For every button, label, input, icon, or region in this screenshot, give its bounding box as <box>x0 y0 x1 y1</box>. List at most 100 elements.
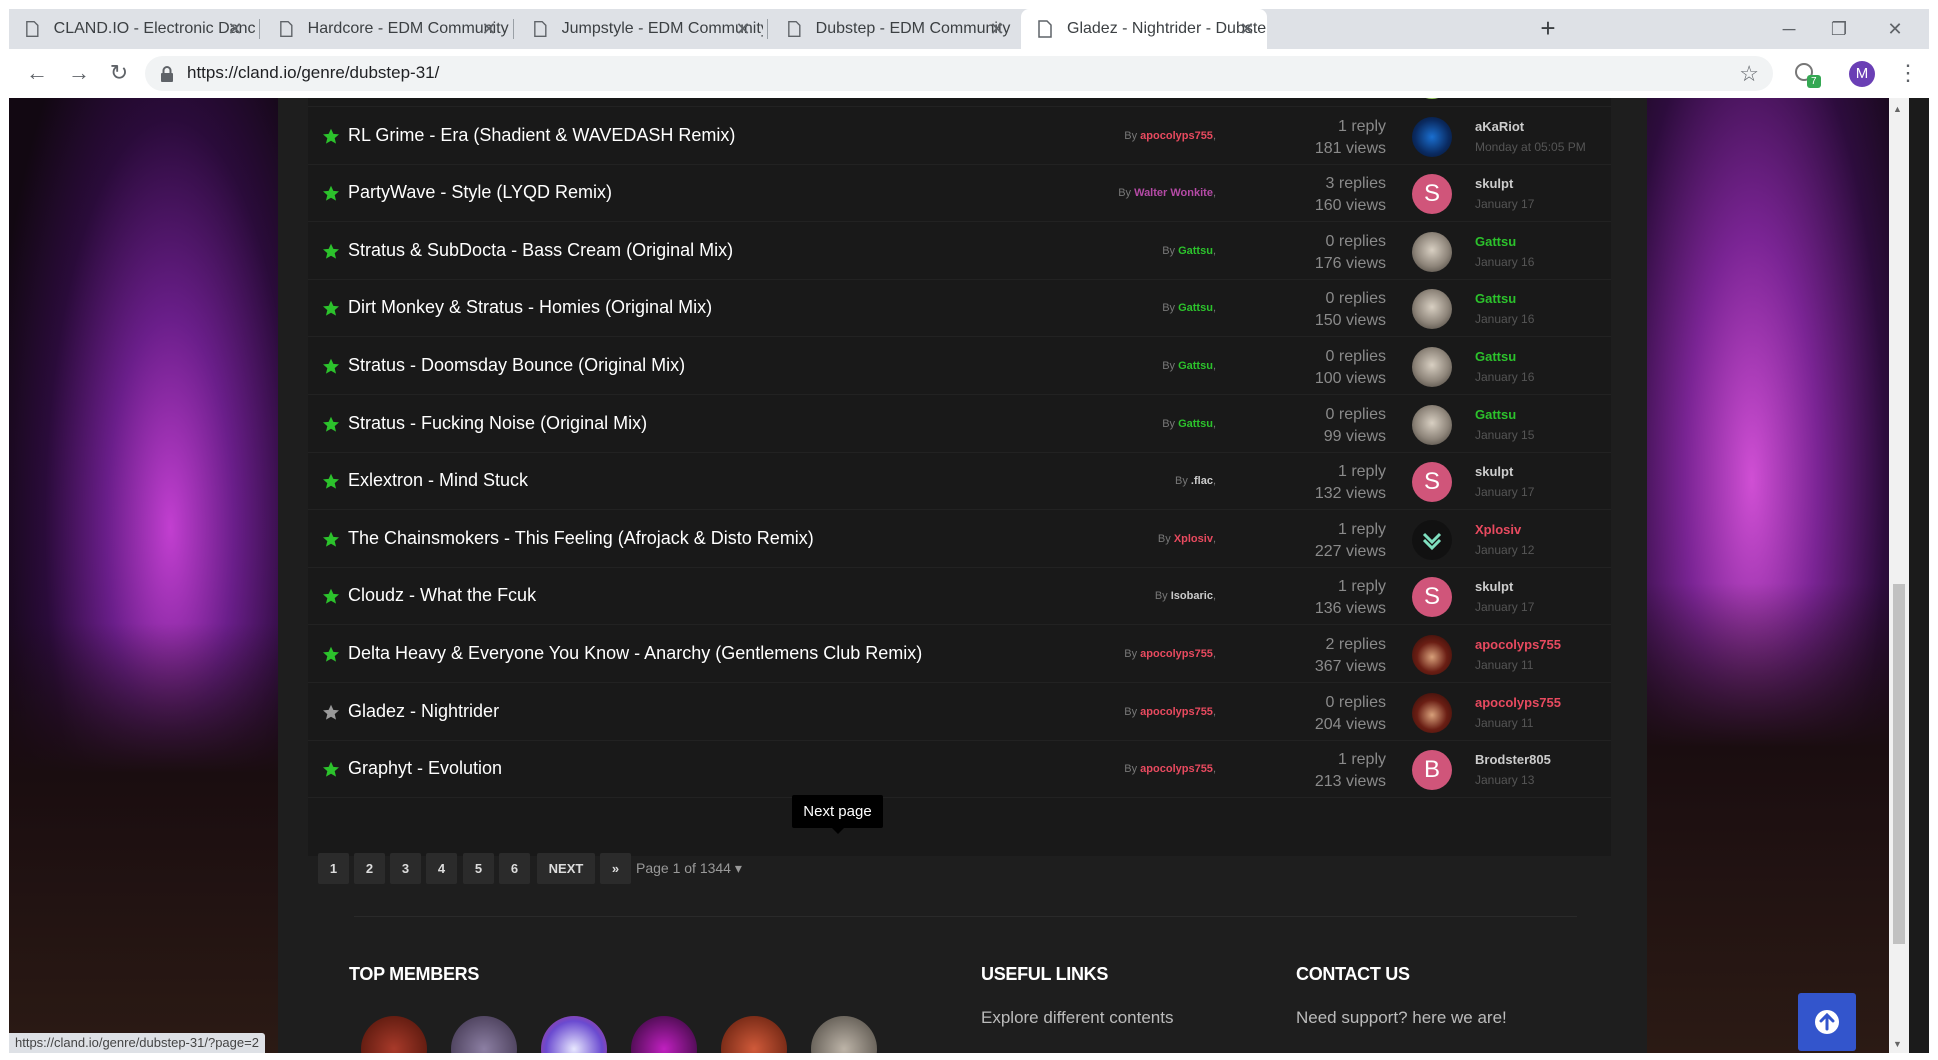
member-avatar[interactable] <box>541 1016 607 1053</box>
author-name[interactable]: Gattsu <box>1178 245 1213 257</box>
topic-row[interactable]: The Chainsmokers - This Feeling (Afrojac… <box>308 510 1611 568</box>
author-name[interactable]: .flac <box>1191 475 1213 487</box>
topic-row[interactable]: Delta Heavy & Everyone You Know - Anarch… <box>308 626 1611 683</box>
last-poster-name[interactable]: Gattsu <box>1475 407 1516 422</box>
page-link-4[interactable]: 4 <box>426 853 457 884</box>
next-page-button[interactable]: NEXT <box>537 853 595 884</box>
last-poster-avatar[interactable] <box>1412 347 1452 387</box>
member-avatar[interactable] <box>811 1016 877 1053</box>
topic-title[interactable]: Stratus & SubDocta - Bass Cream (Origina… <box>348 240 733 261</box>
tab-hardcore[interactable]: Hardcore - EDM Community ✕ <box>263 9 509 49</box>
tab-dubstep[interactable]: Dubstep - EDM Community ✕ <box>771 9 1017 49</box>
topic-title[interactable]: Graphyt - Evolution <box>348 758 502 779</box>
last-poster-avatar[interactable]: S <box>1412 462 1452 503</box>
last-poster-name[interactable]: aKaRiot <box>1475 119 1524 134</box>
last-poster-name[interactable]: skulpt <box>1475 464 1513 479</box>
topic-row[interactable]: Trampa - Ceremony (Teat Alex ActBy ,151 … <box>308 98 1611 107</box>
page-info-dropdown[interactable]: Page 1 of 1344 ▾ <box>636 860 742 877</box>
topic-title[interactable]: Exlextron - Mind Stuck <box>348 470 528 491</box>
member-avatar[interactable] <box>631 1016 697 1053</box>
close-icon[interactable]: ✕ <box>733 19 753 39</box>
last-page-button[interactable]: » <box>600 853 631 884</box>
last-poster-name[interactable]: Brodster805 <box>1475 752 1551 767</box>
topic-title[interactable]: Delta Heavy & Everyone You Know - Anarch… <box>348 643 922 664</box>
close-icon[interactable]: ✕ <box>225 19 245 39</box>
member-avatar[interactable] <box>451 1016 517 1053</box>
author-name[interactable]: Gattsu <box>1178 302 1213 314</box>
last-poster-name[interactable]: Gattsu <box>1475 349 1516 364</box>
topic-row[interactable]: Stratus - Fucking Noise (Original Mix) By… <box>308 395 1611 453</box>
tab-gladez-nightrider[interactable]: Gladez - Nightrider - Dubstep - E ✕ <box>1021 9 1267 49</box>
page-scrollbar[interactable]: ▲ ▼ <box>1889 98 1909 1053</box>
topic-title[interactable]: RL Grime - Era (Shadient & WAVEDASH Remi… <box>348 125 735 146</box>
topic-row[interactable]: RL Grime - Era (Shadient & WAVEDASH Remi… <box>308 107 1611 165</box>
profile-avatar[interactable]: M <box>1849 61 1875 87</box>
close-icon[interactable]: ✕ <box>479 19 499 39</box>
author-name[interactable]: Gattsu <box>1178 418 1213 430</box>
page-link-2[interactable]: 2 <box>354 853 385 884</box>
address-bar[interactable]: https://cland.io/genre/dubstep-31/ ☆ <box>145 56 1773 91</box>
restore-icon[interactable]: ❐ <box>1819 15 1859 43</box>
author-name[interactable]: apocolyps755 <box>1140 763 1213 775</box>
last-poster-name[interactable]: apocolyps755 <box>1475 637 1561 652</box>
author-name[interactable]: apocolyps755 <box>1140 648 1213 660</box>
scroll-down-arrow-icon[interactable]: ▼ <box>1893 1039 1902 1049</box>
page-link-5[interactable]: 5 <box>463 853 494 884</box>
last-poster-avatar[interactable] <box>1412 116 1452 157</box>
topic-row[interactable]: PartyWave - Style (LYQD Remix) By Walter … <box>308 165 1611 223</box>
topic-row[interactable]: Exlextron - Mind Stuck By .flac, 1 reply 13… <box>308 453 1611 511</box>
topic-row[interactable]: Gladez - Nightrider By apocolyps755, 0 rep… <box>308 683 1611 741</box>
topic-title[interactable]: Cloudz - What the Fcuk <box>348 585 536 606</box>
topic-row[interactable]: Cloudz - What the Fcuk By Isobaric, 1 repl… <box>308 568 1611 626</box>
scrollbar-thumb[interactable] <box>1893 584 1905 944</box>
topic-title[interactable]: Dirt Monkey & Stratus - Homies (Original… <box>348 297 712 318</box>
topic-title[interactable]: Stratus - Fucking Noise (Original Mix) <box>348 413 647 434</box>
topic-title[interactable]: The Chainsmokers - This Feeling (Afrojac… <box>348 528 814 549</box>
last-poster-avatar[interactable] <box>1412 231 1452 272</box>
last-poster-name[interactable]: Gattsu <box>1475 291 1516 306</box>
last-poster-avatar[interactable] <box>1412 289 1452 330</box>
last-poster-avatar[interactable]: S <box>1412 174 1452 215</box>
last-poster-name[interactable]: skulpt <box>1475 176 1513 191</box>
menu-dots-icon[interactable]: ⋮ <box>1897 59 1919 87</box>
page-link-3[interactable]: 3 <box>390 853 421 884</box>
page-link-6[interactable]: 6 <box>499 853 530 884</box>
member-avatar[interactable] <box>361 1016 427 1053</box>
last-poster-avatar[interactable]: B <box>1412 750 1452 791</box>
close-icon[interactable]: ✕ <box>987 19 1007 39</box>
useful-links-text[interactable]: Explore different contents <box>981 1008 1173 1028</box>
topic-row[interactable]: Graphyt - Evolution By apocolyps755, 1 rep… <box>308 741 1611 799</box>
forward-arrow-icon[interactable]: → <box>65 59 93 87</box>
bookmark-star-icon[interactable]: ☆ <box>1739 61 1759 87</box>
tab-cland-home[interactable]: CLAND.IO - Electronic Dance Mu ✕ <box>9 9 255 49</box>
last-poster-name[interactable]: Xplosiv <box>1475 522 1521 537</box>
author-name[interactable]: apocolyps755 <box>1140 130 1213 142</box>
new-tab-button[interactable]: + <box>1534 15 1562 43</box>
last-poster-name[interactable]: skulpt <box>1475 579 1513 594</box>
author-name[interactable]: Walter Wonkite <box>1134 187 1213 199</box>
topic-title[interactable]: Stratus - Doomsday Bounce (Original Mix) <box>348 355 685 376</box>
last-poster-avatar[interactable]: S <box>1412 577 1452 618</box>
reload-icon[interactable]: ↻ <box>105 59 133 87</box>
member-avatar[interactable] <box>721 1016 787 1053</box>
author-name[interactable]: Gattsu <box>1178 360 1213 372</box>
topic-title[interactable]: Gladez - Nightrider <box>348 701 499 722</box>
topic-row[interactable]: Dirt Monkey & Stratus - Homies (Original… <box>308 280 1611 338</box>
scroll-up-arrow-icon[interactable]: ▲ <box>1893 104 1902 114</box>
topic-row[interactable]: Stratus & SubDocta - Bass Cream (Origina… <box>308 222 1611 280</box>
topic-title[interactable]: PartyWave - Style (LYQD Remix) <box>348 182 612 203</box>
last-poster-name[interactable]: Gattsu <box>1475 234 1516 249</box>
close-window-icon[interactable]: ✕ <box>1875 15 1915 43</box>
close-icon[interactable]: ✕ <box>1237 19 1257 39</box>
last-poster-avatar[interactable] <box>1412 98 1452 99</box>
author-name[interactable]: Isobaric <box>1171 590 1213 602</box>
minimize-icon[interactable]: ─ <box>1769 15 1809 43</box>
author-name[interactable]: Xplosiv <box>1174 533 1213 545</box>
last-poster-avatar[interactable] <box>1412 404 1452 445</box>
topic-row[interactable]: Stratus - Doomsday Bounce (Original Mix)… <box>308 338 1611 395</box>
last-poster-avatar[interactable] <box>1412 519 1452 560</box>
last-poster-avatar[interactable] <box>1412 692 1452 733</box>
contact-us-text[interactable]: Need support? here we are! <box>1296 1008 1507 1028</box>
last-poster-name[interactable]: apocolyps755 <box>1475 695 1561 710</box>
tab-jumpstyle[interactable]: Jumpstyle - EDM Community ✕ <box>517 9 763 49</box>
